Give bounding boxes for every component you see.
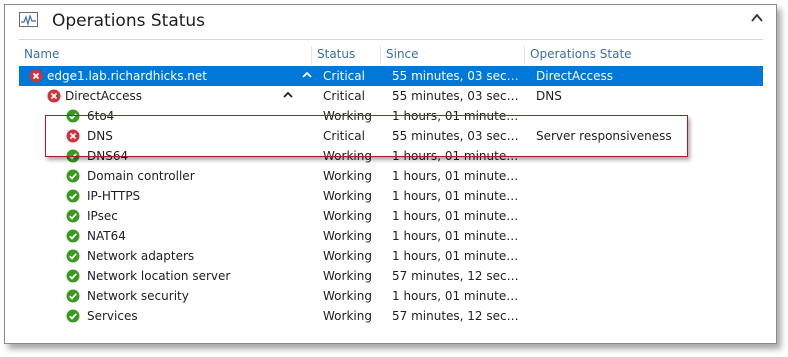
row-status: Working xyxy=(323,249,372,263)
row-name: Network adapters xyxy=(87,249,195,263)
ok-icon xyxy=(66,229,80,243)
row-status: Working xyxy=(323,109,372,123)
row-name: IPsec xyxy=(87,209,118,223)
row-since: 1 hours, 01 minutes, 49... xyxy=(392,189,522,203)
ok-icon xyxy=(66,269,80,283)
row-status: Working xyxy=(323,169,372,183)
row-operations-state: DNS xyxy=(536,89,562,103)
row-status: Critical xyxy=(323,129,365,143)
tree-row-nat64[interactable]: NAT64 Working 1 hours, 01 minutes, 49... xyxy=(19,226,763,246)
row-since: 55 minutes, 03 seconds xyxy=(392,69,522,83)
row-status: Working xyxy=(323,289,372,303)
row-status: Critical xyxy=(323,69,365,83)
row-since: 1 hours, 01 minutes, 49... xyxy=(392,149,522,163)
critical-icon xyxy=(29,69,43,83)
row-status: Working xyxy=(323,229,372,243)
row-since: 1 hours, 01 minutes, 49... xyxy=(392,169,522,183)
row-since: 1 hours, 01 minutes, 49... xyxy=(392,289,522,303)
column-divider[interactable] xyxy=(524,46,525,65)
row-since: 55 minutes, 03 seconds xyxy=(392,129,522,143)
tree-row-ip-https[interactable]: IP-HTTPS Working 1 hours, 01 minutes, 49… xyxy=(19,186,763,206)
operations-tree: edge1.lab.richardhicks.net Critical 55 m… xyxy=(19,66,763,326)
column-divider[interactable] xyxy=(311,46,312,65)
row-status: Critical xyxy=(323,89,365,103)
row-since: 1 hours, 01 minutes, 49... xyxy=(392,229,522,243)
critical-icon xyxy=(47,89,61,103)
tree-row-ipsec[interactable]: IPsec Working 1 hours, 01 minutes, 49... xyxy=(19,206,763,226)
row-since: 1 hours, 01 minutes, 49... xyxy=(392,249,522,263)
collapse-caret-icon[interactable] xyxy=(283,90,293,100)
ok-icon xyxy=(66,189,80,203)
row-name: NAT64 xyxy=(87,229,126,243)
row-since: 55 minutes, 03 seconds xyxy=(392,89,522,103)
ok-icon xyxy=(66,149,80,163)
column-header-status[interactable]: Status xyxy=(317,47,355,61)
ok-icon xyxy=(66,289,80,303)
collapse-caret-icon[interactable] xyxy=(302,70,312,80)
tree-row-6to4[interactable]: 6to4 Working 1 hours, 01 minutes, 49... xyxy=(19,106,763,126)
panel-header: Operations Status xyxy=(5,5,776,35)
tree-row-dns64[interactable]: DNS64 Working 1 hours, 01 minutes, 49... xyxy=(19,146,763,166)
ok-icon xyxy=(66,109,80,123)
tree-row-network-security[interactable]: Network security Working 1 hours, 01 min… xyxy=(19,286,763,306)
tree-row-domain-controller[interactable]: Domain controller Working 1 hours, 01 mi… xyxy=(19,166,763,186)
row-name: Services xyxy=(87,309,138,323)
row-operations-state: Server responsiveness xyxy=(536,129,672,143)
row-name: DNS xyxy=(87,129,113,143)
row-name: Network location server xyxy=(87,269,231,283)
page-title: Operations Status xyxy=(52,11,206,31)
ok-icon xyxy=(66,249,80,263)
ok-icon xyxy=(66,309,80,323)
operations-status-panel: Operations Status Name Status Since Oper… xyxy=(4,4,777,344)
row-name: edge1.lab.richardhicks.net xyxy=(47,69,207,83)
critical-icon xyxy=(66,129,80,143)
row-since: 1 hours, 01 minutes, 49... xyxy=(392,209,522,223)
row-status: Working xyxy=(323,209,372,223)
row-status: Working xyxy=(323,189,372,203)
row-since: 1 hours, 01 minutes, 49... xyxy=(392,109,522,123)
chevron-up-icon[interactable] xyxy=(750,11,764,25)
column-header-name[interactable]: Name xyxy=(24,47,59,61)
row-status: Working xyxy=(323,309,372,323)
ok-icon xyxy=(66,169,80,183)
row-status: Working xyxy=(323,149,372,163)
row-since: 57 minutes, 12 seconds xyxy=(392,269,522,283)
tree-row-server[interactable]: edge1.lab.richardhicks.net Critical 55 m… xyxy=(19,66,763,86)
row-name: DNS64 xyxy=(87,149,129,163)
row-name: Domain controller xyxy=(87,169,195,183)
chart-icon xyxy=(19,12,38,27)
column-header-operations-state[interactable]: Operations State xyxy=(530,47,632,61)
row-operations-state: DirectAccess xyxy=(536,69,614,83)
row-name: 6to4 xyxy=(87,109,115,123)
ok-icon xyxy=(66,209,80,223)
row-name: DirectAccess xyxy=(65,89,143,103)
row-status: Working xyxy=(323,269,372,283)
column-divider[interactable] xyxy=(380,46,381,65)
tree-row-dns[interactable]: DNS Critical 55 minutes, 03 seconds Serv… xyxy=(19,126,763,146)
tree-row-directaccess[interactable]: DirectAccess Critical 55 minutes, 03 sec… xyxy=(19,86,763,106)
title-divider xyxy=(19,39,763,40)
tree-row-services[interactable]: Services Working 57 minutes, 12 seconds xyxy=(19,306,763,326)
row-name: Network security xyxy=(87,289,189,303)
row-name: IP-HTTPS xyxy=(87,189,141,203)
column-header-since[interactable]: Since xyxy=(386,47,419,61)
tree-row-network-location-server[interactable]: Network location server Working 57 minut… xyxy=(19,266,763,286)
tree-row-network-adapters[interactable]: Network adapters Working 1 hours, 01 min… xyxy=(19,246,763,266)
row-since: 57 minutes, 12 seconds xyxy=(392,309,522,323)
